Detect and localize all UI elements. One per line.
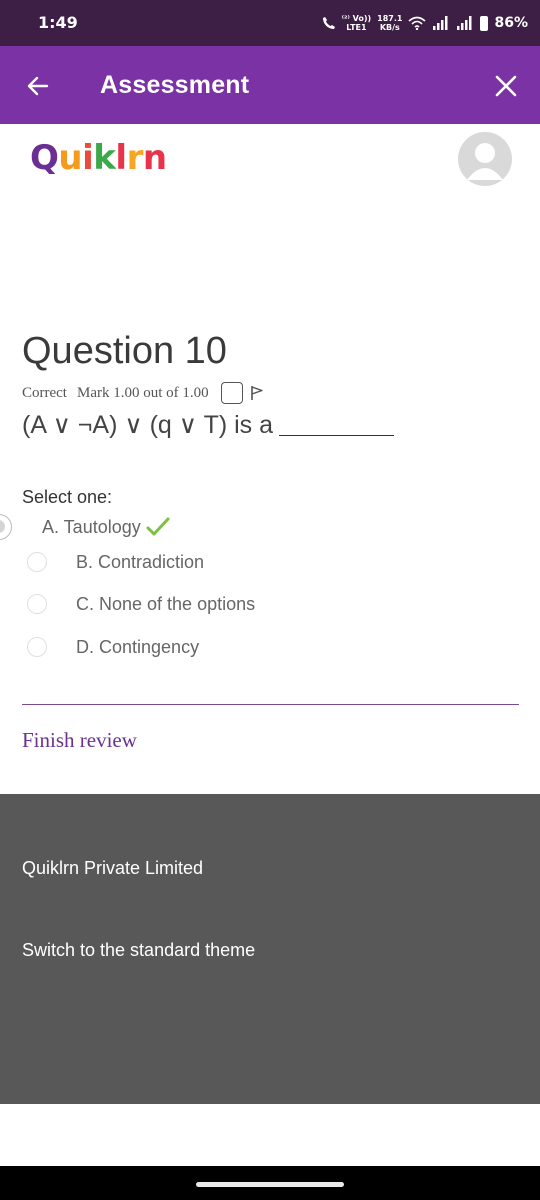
footer: Quiklrn Private Limited Switch to the st…: [0, 794, 540, 1104]
network-top-label: ⁽²⁾ Vo)): [341, 14, 372, 23]
answer-option-c[interactable]: C. None of the options: [27, 590, 255, 618]
answer-a-label: A. Tautology: [42, 516, 141, 537]
logo-letter: i: [82, 138, 94, 178]
battery-percent: 86%: [494, 15, 528, 31]
speed-value: 187.1: [377, 14, 403, 23]
radio-selected[interactable]: [0, 514, 12, 540]
flag-icon[interactable]: [249, 384, 267, 402]
company-name: Quiklrn Private Limited: [22, 858, 204, 878]
check-icon: [146, 517, 170, 536]
signal-icon-2: [457, 16, 472, 30]
question-mark: Mark 1.00 out of 1.00: [76, 384, 209, 401]
radio-button[interactable]: [27, 552, 47, 572]
logo-letter: r: [126, 138, 144, 178]
home-indicator[interactable]: [196, 1182, 344, 1187]
battery-icon: [480, 15, 489, 31]
network-bottom-label: LTE1: [346, 23, 367, 32]
network-type: ⁽²⁾ Vo)) LTE1: [342, 14, 371, 32]
logo-letter: l: [115, 138, 127, 178]
logo-letter: Q: [30, 138, 59, 178]
option-label: B. Contradiction: [76, 551, 205, 572]
status-time: 1:49: [38, 13, 78, 32]
status-bar: 1:49 ⁽²⁾ Vo)) LTE1 187.1 KB/s 86%: [0, 0, 540, 46]
arrow-left-icon: [27, 76, 49, 96]
question-text: (A ∨ ¬A) ∨ (q ∨ T) is a: [22, 410, 395, 440]
radio-button[interactable]: [27, 637, 47, 657]
radio-button[interactable]: [27, 594, 47, 614]
divider: [22, 704, 519, 705]
question-info: Correct Mark 1.00 out of 1.00: [22, 382, 267, 404]
back-button[interactable]: [20, 68, 56, 104]
user-icon: [467, 143, 503, 180]
logo-letter: n: [142, 138, 167, 178]
answer-option-b[interactable]: B. Contradiction: [27, 548, 204, 576]
flag-checkbox[interactable]: [220, 382, 243, 404]
close-button[interactable]: [488, 68, 524, 104]
blank-line: [279, 435, 395, 436]
logo-letter: u: [58, 138, 83, 178]
logo-letter: k: [93, 138, 116, 178]
avatar[interactable]: [458, 132, 512, 186]
option-label: D. Contingency: [76, 636, 200, 657]
signal-icon-1: [433, 16, 448, 30]
select-one-label: Select one:: [22, 487, 113, 507]
answer-option-a[interactable]: A. Tautology: [0, 512, 171, 542]
status-indicators: ⁽²⁾ Vo)) LTE1 187.1 KB/s 86%: [322, 10, 528, 36]
speed-unit: KB/s: [379, 23, 400, 32]
answer-option-d[interactable]: D. Contingency: [27, 633, 199, 661]
quiklrn-logo: Quiklrn: [30, 138, 167, 178]
system-nav-bar: [0, 1166, 540, 1200]
question-title: Question 10: [22, 330, 227, 372]
page-title: Assessment: [100, 71, 250, 99]
app-bar: Assessment: [0, 46, 540, 124]
call-icon: [322, 17, 335, 29]
finish-review-link[interactable]: Finish review: [22, 728, 137, 753]
question-state: Correct: [22, 384, 67, 401]
close-icon: [495, 75, 517, 97]
wifi-icon: [408, 16, 427, 30]
option-label: C. None of the options: [76, 593, 256, 614]
question-text-content: (A ∨ ¬A) ∨ (q ∨ T) is a: [22, 411, 274, 439]
network-speed: 187.1 KB/s: [377, 14, 402, 32]
switch-theme-link[interactable]: Switch to the standard theme: [22, 940, 255, 961]
